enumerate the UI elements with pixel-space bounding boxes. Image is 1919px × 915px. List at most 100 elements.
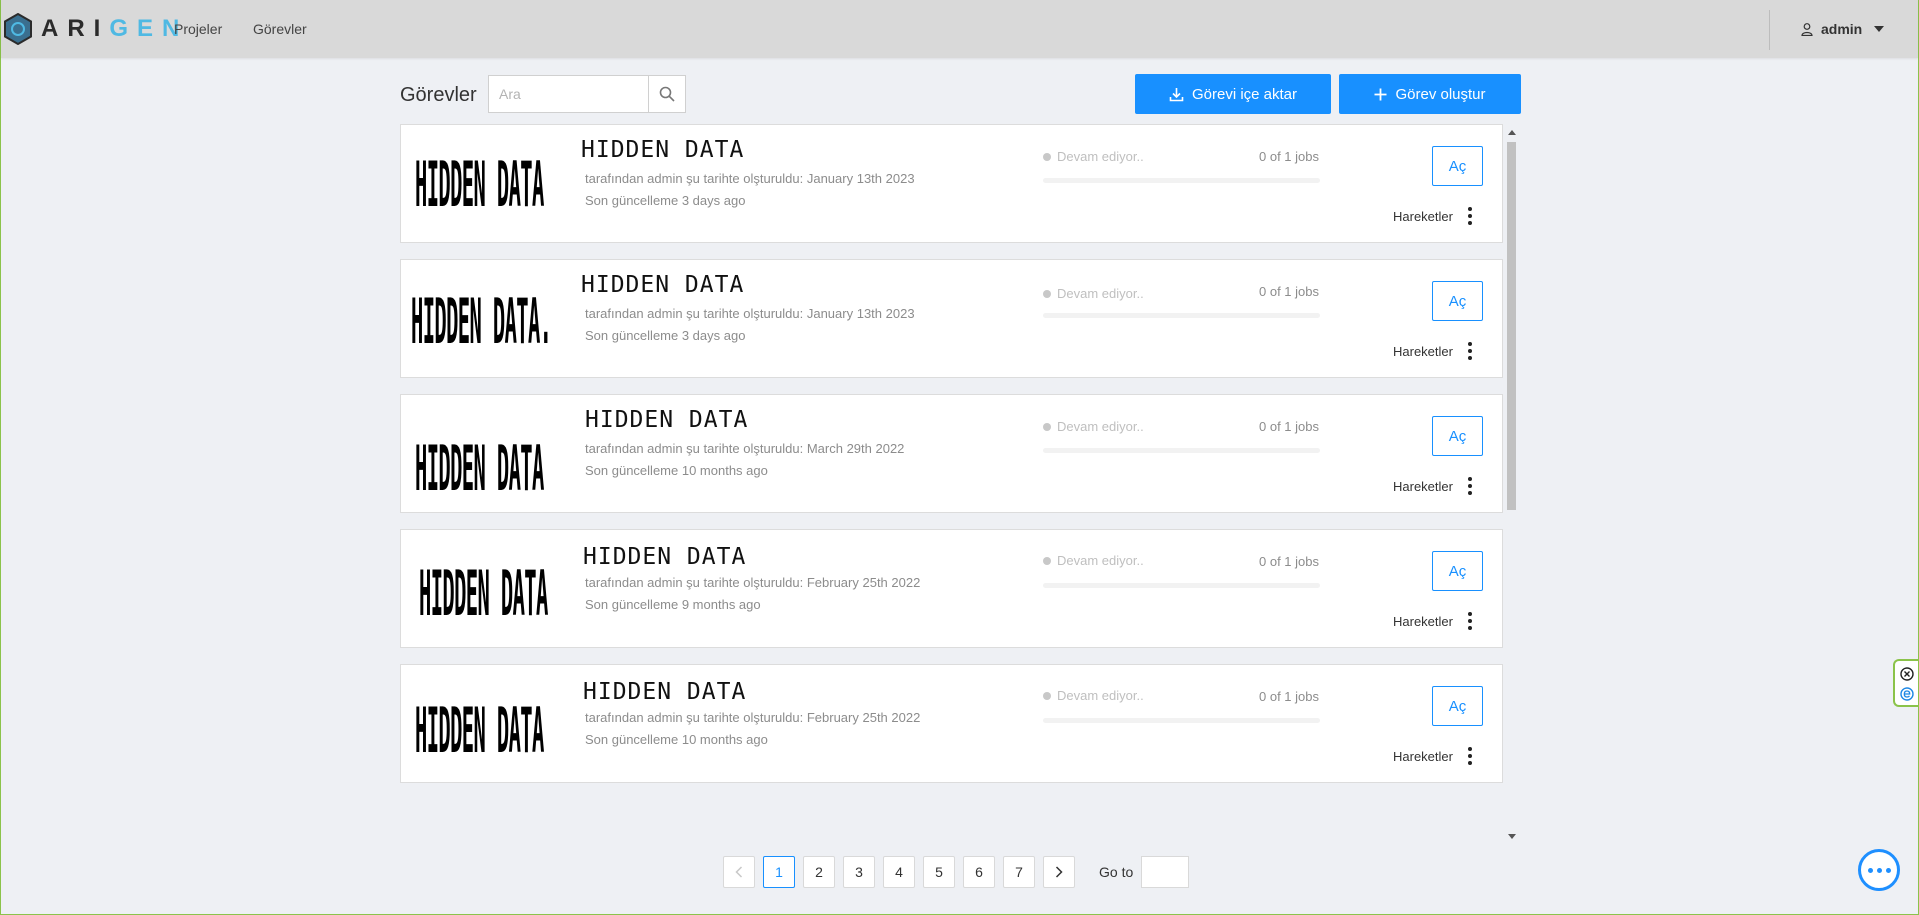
more-vertical-icon xyxy=(1467,747,1472,765)
task-name: HIDDEN DATA xyxy=(583,679,747,705)
nav-tasks[interactable]: Görevler xyxy=(253,21,307,37)
caret-down-icon xyxy=(1874,26,1885,32)
task-card: HIDDEN DATA HIDDEN DATA tarafından admin… xyxy=(400,529,1503,648)
download-icon xyxy=(1169,87,1184,101)
status-text: Devam ediyor.. xyxy=(1057,553,1144,568)
page-4-button[interactable]: 4 xyxy=(883,856,915,888)
thumbnail-text: HIDDEN DATA xyxy=(415,693,544,763)
task-status: Devam ediyor.. xyxy=(1043,286,1144,301)
more-vertical-icon xyxy=(1467,477,1472,495)
task-created: tarafından admin şu tarihte olşturuldu: … xyxy=(585,710,921,725)
task-updated: Son güncelleme 9 months ago xyxy=(585,597,761,612)
task-updated: Son güncelleme 10 months ago xyxy=(585,732,768,747)
user-menu[interactable]: admin xyxy=(1801,21,1885,37)
task-jobs: 0 of 1 jobs xyxy=(1259,419,1319,434)
logo-text-dark: ARI xyxy=(41,15,110,42)
task-updated: Son güncelleme 3 days ago xyxy=(585,328,746,343)
thumbnail-text: HIDDEN DATA xyxy=(415,147,544,217)
task-progress-bar xyxy=(1043,718,1320,723)
prev-page-button[interactable] xyxy=(723,856,755,888)
search-input[interactable] xyxy=(489,76,648,112)
task-status: Devam ediyor.. xyxy=(1043,149,1144,164)
task-status: Devam ediyor.. xyxy=(1043,688,1144,703)
page-7-button[interactable]: 7 xyxy=(1003,856,1035,888)
more-vertical-icon xyxy=(1467,612,1472,630)
header-divider xyxy=(1769,10,1770,50)
task-created: tarafından admin şu tarihte olşturuldu: … xyxy=(585,575,921,590)
task-thumbnail[interactable]: HIDDEN DATA. xyxy=(411,284,565,354)
task-created: tarafından admin şu tarihte olşturuldu: … xyxy=(585,306,915,321)
next-page-button[interactable] xyxy=(1043,856,1075,888)
task-thumbnail[interactable]: HIDDEN DATA xyxy=(415,147,569,217)
task-card: HIDDEN DATA HIDDEN DATA tarafından admin… xyxy=(400,124,1503,243)
task-name: HIDDEN DATA xyxy=(583,544,747,570)
list-scrollbar[interactable] xyxy=(1505,126,1517,842)
chat-support-button[interactable] xyxy=(1858,849,1900,891)
page-1-button[interactable]: 1 xyxy=(763,856,795,888)
status-text: Devam ediyor.. xyxy=(1057,149,1144,164)
task-created: tarafından admin şu tarihte olşturuldu: … xyxy=(585,171,915,186)
more-vertical-icon xyxy=(1467,342,1472,360)
nav-projects[interactable]: Projeler xyxy=(174,21,222,37)
task-actions-menu[interactable]: Hareketler xyxy=(1393,207,1472,225)
open-task-button[interactable]: Aç xyxy=(1432,551,1483,591)
actions-label: Hareketler xyxy=(1393,343,1453,359)
task-actions-menu[interactable]: Hareketler xyxy=(1393,342,1472,360)
task-card: HIDDEN DATA. HIDDEN DATA tarafından admi… xyxy=(400,259,1503,378)
task-thumbnail[interactable]: HIDDEN DATA xyxy=(415,693,569,763)
chat-dot-icon xyxy=(1885,867,1891,873)
extension-e-icon[interactable] xyxy=(1900,687,1914,701)
create-task-label: Görev oluştur xyxy=(1395,85,1486,103)
close-circle-icon[interactable] xyxy=(1900,667,1914,681)
user-name: admin xyxy=(1821,21,1863,37)
page-2-button[interactable]: 2 xyxy=(803,856,835,888)
thumbnail-text: HIDDEN DATA. xyxy=(411,284,552,354)
thumbnail-text: HIDDEN DATA xyxy=(415,431,544,501)
top-header: ARIGEN Projeler Görevler admin xyxy=(1,0,1918,58)
scroll-up-arrow-icon[interactable] xyxy=(1508,130,1516,135)
task-name: HIDDEN DATA xyxy=(581,137,745,163)
page-3-button[interactable]: 3 xyxy=(843,856,875,888)
more-vertical-icon xyxy=(1467,207,1472,225)
task-actions-menu[interactable]: Hareketler xyxy=(1393,747,1472,765)
search-button[interactable] xyxy=(648,76,685,112)
status-text: Devam ediyor.. xyxy=(1057,286,1144,301)
task-status: Devam ediyor.. xyxy=(1043,553,1144,568)
open-task-button[interactable]: Aç xyxy=(1432,146,1483,186)
actions-label: Hareketler xyxy=(1393,208,1453,224)
user-icon xyxy=(1801,22,1813,36)
scroll-down-arrow-icon[interactable] xyxy=(1508,834,1516,839)
status-dot-icon xyxy=(1043,556,1051,565)
task-card: HIDDEN DATA HIDDEN DATA tarafından admin… xyxy=(400,394,1503,513)
task-progress-bar xyxy=(1043,178,1320,183)
page-6-button[interactable]: 6 xyxy=(963,856,995,888)
status-dot-icon xyxy=(1043,691,1051,700)
pagination: 1 2 3 4 5 6 7 Go to xyxy=(723,856,1190,888)
actions-label: Hareketler xyxy=(1393,613,1453,629)
thumbnail-text: HIDDEN DATA xyxy=(419,556,548,626)
task-actions-menu[interactable]: Hareketler xyxy=(1393,477,1472,495)
task-status: Devam ediyor.. xyxy=(1043,419,1144,434)
page-5-button[interactable]: 5 xyxy=(923,856,955,888)
task-card: HIDDEN DATA HIDDEN DATA tarafından admin… xyxy=(400,664,1503,783)
actions-label: Hareketler xyxy=(1393,748,1453,764)
search-icon xyxy=(659,86,675,102)
task-actions-menu[interactable]: Hareketler xyxy=(1393,612,1472,630)
status-dot-icon xyxy=(1043,152,1051,161)
import-task-button[interactable]: Görevi içe aktar xyxy=(1135,74,1331,114)
open-task-button[interactable]: Aç xyxy=(1432,416,1483,456)
goto-page-input[interactable] xyxy=(1141,856,1190,888)
create-task-button[interactable]: Görev oluştur xyxy=(1339,74,1521,114)
scrollbar-thumb[interactable] xyxy=(1507,142,1516,510)
task-thumbnail[interactable]: HIDDEN DATA xyxy=(419,556,573,626)
open-task-button[interactable]: Aç xyxy=(1432,686,1483,726)
chat-dot-icon xyxy=(1876,867,1882,873)
app-logo[interactable]: ARIGEN xyxy=(3,13,188,45)
task-thumbnail[interactable]: HIDDEN DATA xyxy=(415,431,569,501)
side-widget[interactable] xyxy=(1893,659,1918,707)
actions-label: Hareketler xyxy=(1393,478,1453,494)
task-progress-bar xyxy=(1043,583,1320,588)
open-task-button[interactable]: Aç xyxy=(1432,281,1483,321)
task-updated: Son güncelleme 10 months ago xyxy=(585,463,768,478)
task-progress-bar xyxy=(1043,313,1320,318)
